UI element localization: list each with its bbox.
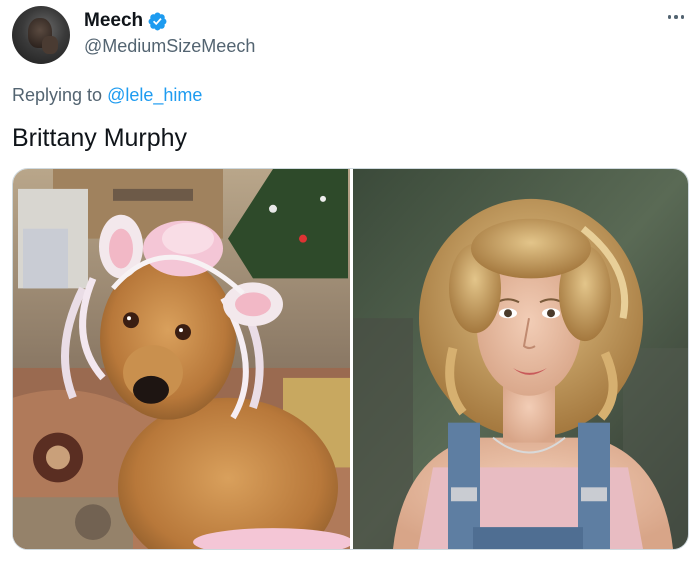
replying-to-line: Replying to @lele_hime [12, 84, 202, 106]
dog-in-costume-photo[interactable] [13, 169, 350, 549]
tweet-text: Brittany Murphy [12, 124, 188, 152]
author-handle[interactable]: @MediumSizeMeech [84, 35, 255, 57]
author-name-row: Meech [84, 9, 168, 33]
replying-to-label: Replying to [12, 85, 103, 105]
dot [667, 15, 672, 19]
dot [680, 15, 685, 19]
media-grid [12, 168, 689, 550]
woman-portrait-photo[interactable] [353, 169, 688, 549]
more-options-ellipsis-icon[interactable] [664, 10, 688, 24]
replying-to-mention-link[interactable]: @lele_hime [107, 85, 202, 105]
avatar[interactable] [12, 6, 70, 64]
avatar-hand [42, 36, 58, 54]
author-display-name[interactable]: Meech [84, 9, 143, 33]
tweet: Meech @MediumSizeMeech Replying to @lele… [0, 0, 700, 561]
verified-badge-icon [147, 11, 168, 32]
dot [674, 15, 678, 19]
